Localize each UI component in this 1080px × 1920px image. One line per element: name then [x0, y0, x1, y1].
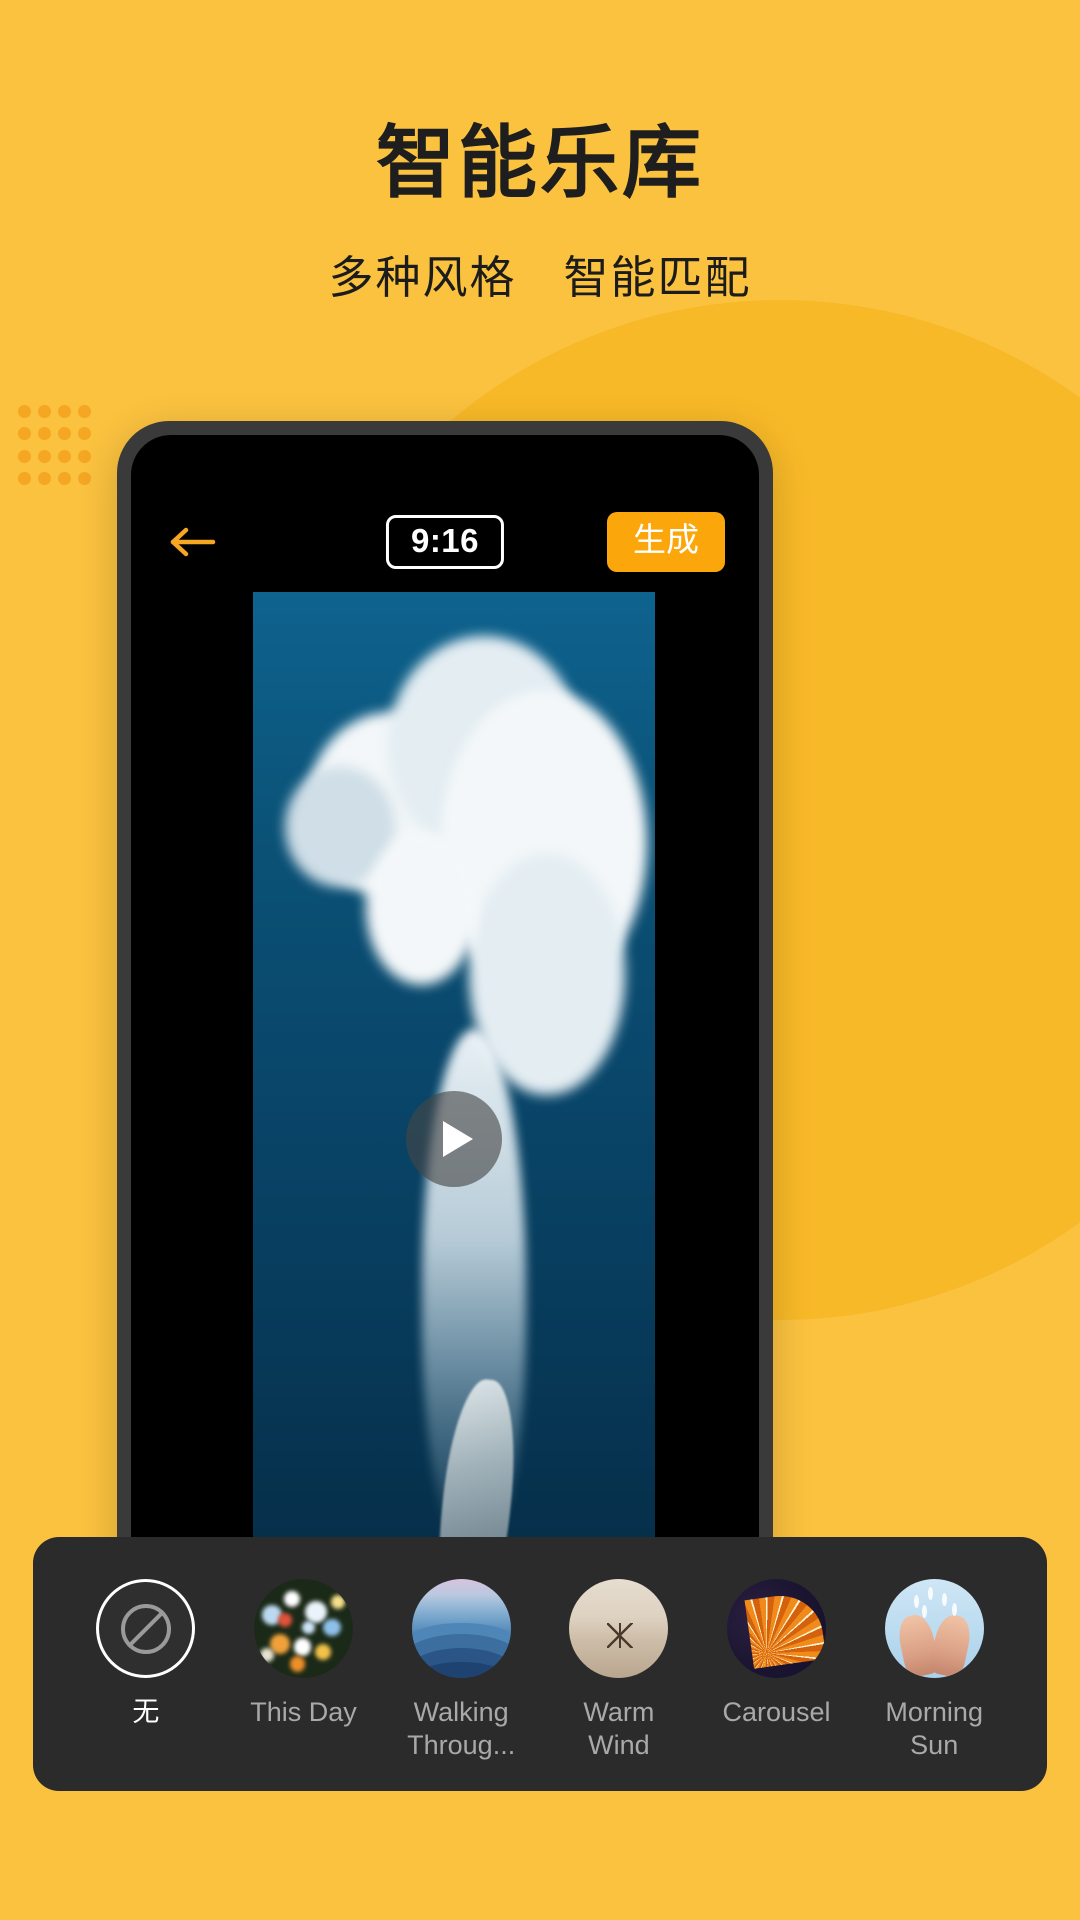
- style-item-none[interactable]: 无: [79, 1579, 213, 1729]
- video-preview[interactable]: [253, 592, 655, 1671]
- style-item-carousel[interactable]: Carousel: [710, 1579, 844, 1729]
- bokeh-lights-artwork: [254, 1579, 353, 1678]
- ferris-wheel-artwork: [727, 1579, 827, 1678]
- blue-mountains-artwork: [411, 1579, 511, 1678]
- background-dot-grid: [14, 400, 94, 490]
- aspect-ratio-badge[interactable]: 9:16: [385, 514, 505, 570]
- generate-button[interactable]: 生成: [607, 512, 725, 572]
- style-label: Walking Throug...: [407, 1697, 516, 1760]
- style-label: Warm Wind: [583, 1697, 655, 1760]
- phone-mockup: 9:16 生成: [117, 421, 773, 1671]
- style-thumbnail: [411, 1579, 511, 1678]
- play-button[interactable]: [406, 1090, 502, 1187]
- style-thumbnail: [569, 1579, 669, 1678]
- no-music-icon: [96, 1579, 196, 1678]
- play-icon: [442, 1120, 473, 1157]
- style-thumbnail: [884, 1579, 984, 1678]
- page-title: 智能乐库: [376, 118, 704, 207]
- style-item-morning-sun[interactable]: Morning Sun: [867, 1579, 1001, 1762]
- style-item-walking-through[interactable]: Walking Throug...: [394, 1579, 528, 1762]
- style-item-warm-wind[interactable]: Warm Wind: [552, 1579, 686, 1762]
- phone-screen: 9:16 生成: [131, 435, 759, 1671]
- music-style-panel: 无 This Day Walking Throug... Warm Wind C…: [33, 1537, 1047, 1791]
- back-arrow-icon[interactable]: [165, 514, 221, 570]
- style-thumbnail: [254, 1579, 353, 1678]
- style-item-this-day[interactable]: This Day: [237, 1579, 371, 1729]
- style-label: Carousel: [722, 1697, 831, 1727]
- header-section: 智能乐库 多种风格 智能匹配: [0, 0, 1080, 306]
- app-toolbar: 9:16 生成: [131, 507, 759, 577]
- hands-water-artwork: [884, 1579, 984, 1678]
- style-thumbnail: [727, 1579, 827, 1678]
- sand-dune-artwork: [569, 1579, 669, 1678]
- style-label: 无: [132, 1697, 160, 1727]
- page-subtitle: 多种风格 智能匹配: [328, 251, 752, 303]
- style-label: Morning Sun: [885, 1697, 983, 1760]
- style-label: This Day: [250, 1697, 357, 1727]
